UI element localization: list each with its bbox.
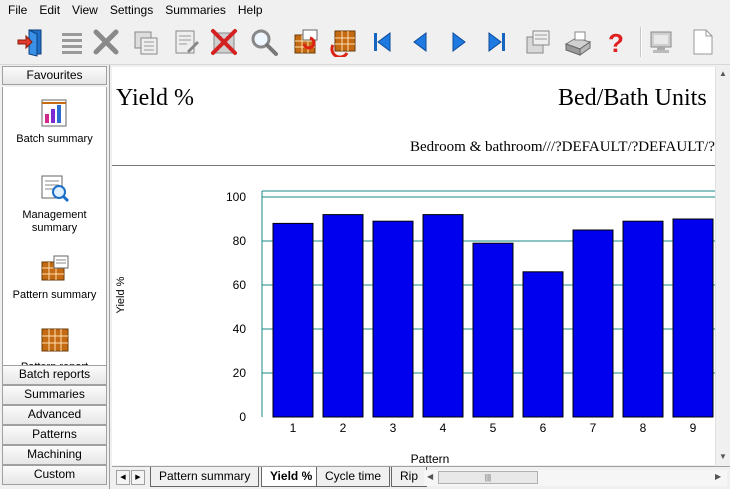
x-tick-label: 1 [290, 421, 297, 435]
toolbar: ? [0, 21, 730, 65]
pattern-rotate-icon[interactable] [328, 25, 360, 59]
menu-edit[interactable]: Edit [33, 0, 66, 21]
pattern-summary-icon [41, 255, 68, 281]
x-tick-label: 5 [490, 421, 497, 435]
report-view: Yield % Bed/Bath Units Bedroom & bathroo… [112, 67, 715, 465]
horizontal-scrollbar[interactable]: ◀ ||| ▶ [424, 470, 727, 486]
pattern-summary-item[interactable]: Pattern summary [3, 253, 106, 302]
hscroll-thumb[interactable]: ||| [438, 471, 538, 484]
x-tick-label: 2 [340, 421, 347, 435]
y-axis-label: Yield % [115, 276, 127, 313]
management-summary-icon [41, 175, 69, 203]
y-tick-label: 60 [233, 278, 247, 292]
sidebar-section-advanced[interactable]: Advanced [2, 405, 107, 425]
list-icon[interactable] [55, 25, 87, 59]
grid-print-icon[interactable] [522, 25, 554, 59]
batch-summary-icon [41, 99, 66, 127]
bar [322, 214, 364, 418]
y-tick-label: 100 [226, 190, 246, 204]
sidebar-section-batch-reports[interactable]: Batch reports [2, 365, 107, 385]
pattern-refresh-icon[interactable] [290, 25, 322, 59]
sidebar-section-machining[interactable]: Machining [2, 445, 107, 465]
tab-yield[interactable]: Yield % [261, 467, 322, 487]
sidebar-section-summaries[interactable]: Summaries [2, 385, 107, 405]
bar [472, 242, 514, 418]
printer-icon[interactable] [562, 25, 594, 59]
next-record-icon[interactable] [443, 25, 475, 59]
x-axis-label: Pattern [411, 452, 450, 465]
menu-summaries[interactable]: Summaries [159, 0, 232, 21]
tab-cycle-time[interactable]: Cycle time [316, 467, 391, 487]
y-tick-label: 0 [239, 410, 246, 424]
open-door-icon[interactable] [15, 25, 47, 59]
bar [422, 214, 464, 418]
management-summary-item[interactable]: Management summary [3, 173, 106, 235]
cancel-tools-icon[interactable] [90, 25, 122, 59]
menu-view[interactable]: View [66, 0, 104, 21]
x-tick-label: 7 [590, 421, 597, 435]
help-icon[interactable]: ? [600, 25, 632, 59]
previous-record-icon[interactable] [404, 25, 436, 59]
pattern-summary-label: Pattern summary [12, 289, 97, 301]
tab-scroll-left-icon[interactable]: ◀ [116, 470, 130, 485]
sidebar-section-custom[interactable]: Custom [2, 465, 107, 485]
scroll-up-icon[interactable]: ▲ [719, 69, 727, 78]
scroll-down-icon[interactable]: ▼ [719, 452, 727, 461]
menu-file[interactable]: File [2, 0, 33, 21]
menu-bar: File Edit View Settings Summaries Help [0, 0, 730, 21]
y-tick-label: 20 [233, 366, 247, 380]
search-icon[interactable] [248, 25, 280, 59]
sidebar-section-patterns[interactable]: Patterns [2, 425, 107, 445]
batch-summary-label: Batch summary [16, 133, 93, 145]
y-tick-label: 80 [233, 234, 247, 248]
x-tick-label: 6 [540, 421, 547, 435]
batch-summary-item[interactable]: Batch summary [3, 97, 106, 146]
bar [572, 229, 614, 418]
y-tick-label: 40 [233, 322, 247, 336]
bar [622, 220, 664, 418]
x-tick-label: 9 [690, 421, 697, 435]
bar [672, 218, 714, 418]
hscroll-left-icon[interactable]: ◀ [427, 472, 433, 481]
first-record-icon[interactable] [366, 25, 398, 59]
management-summary-label: Management summary [22, 209, 87, 234]
vertical-scrollbar[interactable]: ▲ ▼ [715, 67, 730, 465]
hscroll-right-icon[interactable]: ▶ [715, 472, 721, 481]
x-tick-label: 4 [440, 421, 447, 435]
delete-icon[interactable] [208, 25, 240, 59]
batch-edit-icon[interactable] [170, 25, 202, 59]
favourites-header[interactable]: Favourites [2, 66, 107, 85]
bar [522, 271, 564, 418]
toolbar-separator [640, 27, 642, 57]
tab-scroll-right-icon[interactable]: ▶ [131, 470, 145, 485]
tab-rip[interactable]: Rip [391, 467, 428, 487]
monitor-icon[interactable] [646, 25, 678, 59]
tab-pattern-summary[interactable]: Pattern summary [150, 467, 260, 487]
sheet-tab-strip: ◀ ▶ Pattern summary Yield % Cycle time R… [112, 466, 730, 489]
new-page-icon[interactable] [686, 25, 718, 59]
x-tick-label: 3 [390, 421, 397, 435]
bar [272, 222, 314, 418]
navigation-pane: Favourites Batch summary Management summ… [0, 65, 110, 489]
yield-chart: 0 20 40 60 80 100 1 2 3 4 5 6 7 8 9 Pattern Yield % [115, 190, 715, 465]
menu-help[interactable]: Help [232, 0, 269, 21]
app-window: File Edit View Settings Summaries Help ?… [0, 0, 730, 489]
menu-settings[interactable]: Settings [104, 0, 159, 21]
last-record-icon[interactable] [481, 25, 513, 59]
pattern-report-icon [41, 328, 68, 352]
x-tick-label: 8 [640, 421, 647, 435]
svg-text:?: ? [608, 28, 624, 57]
bar [372, 220, 414, 418]
batch-grid-icon[interactable] [130, 25, 162, 59]
